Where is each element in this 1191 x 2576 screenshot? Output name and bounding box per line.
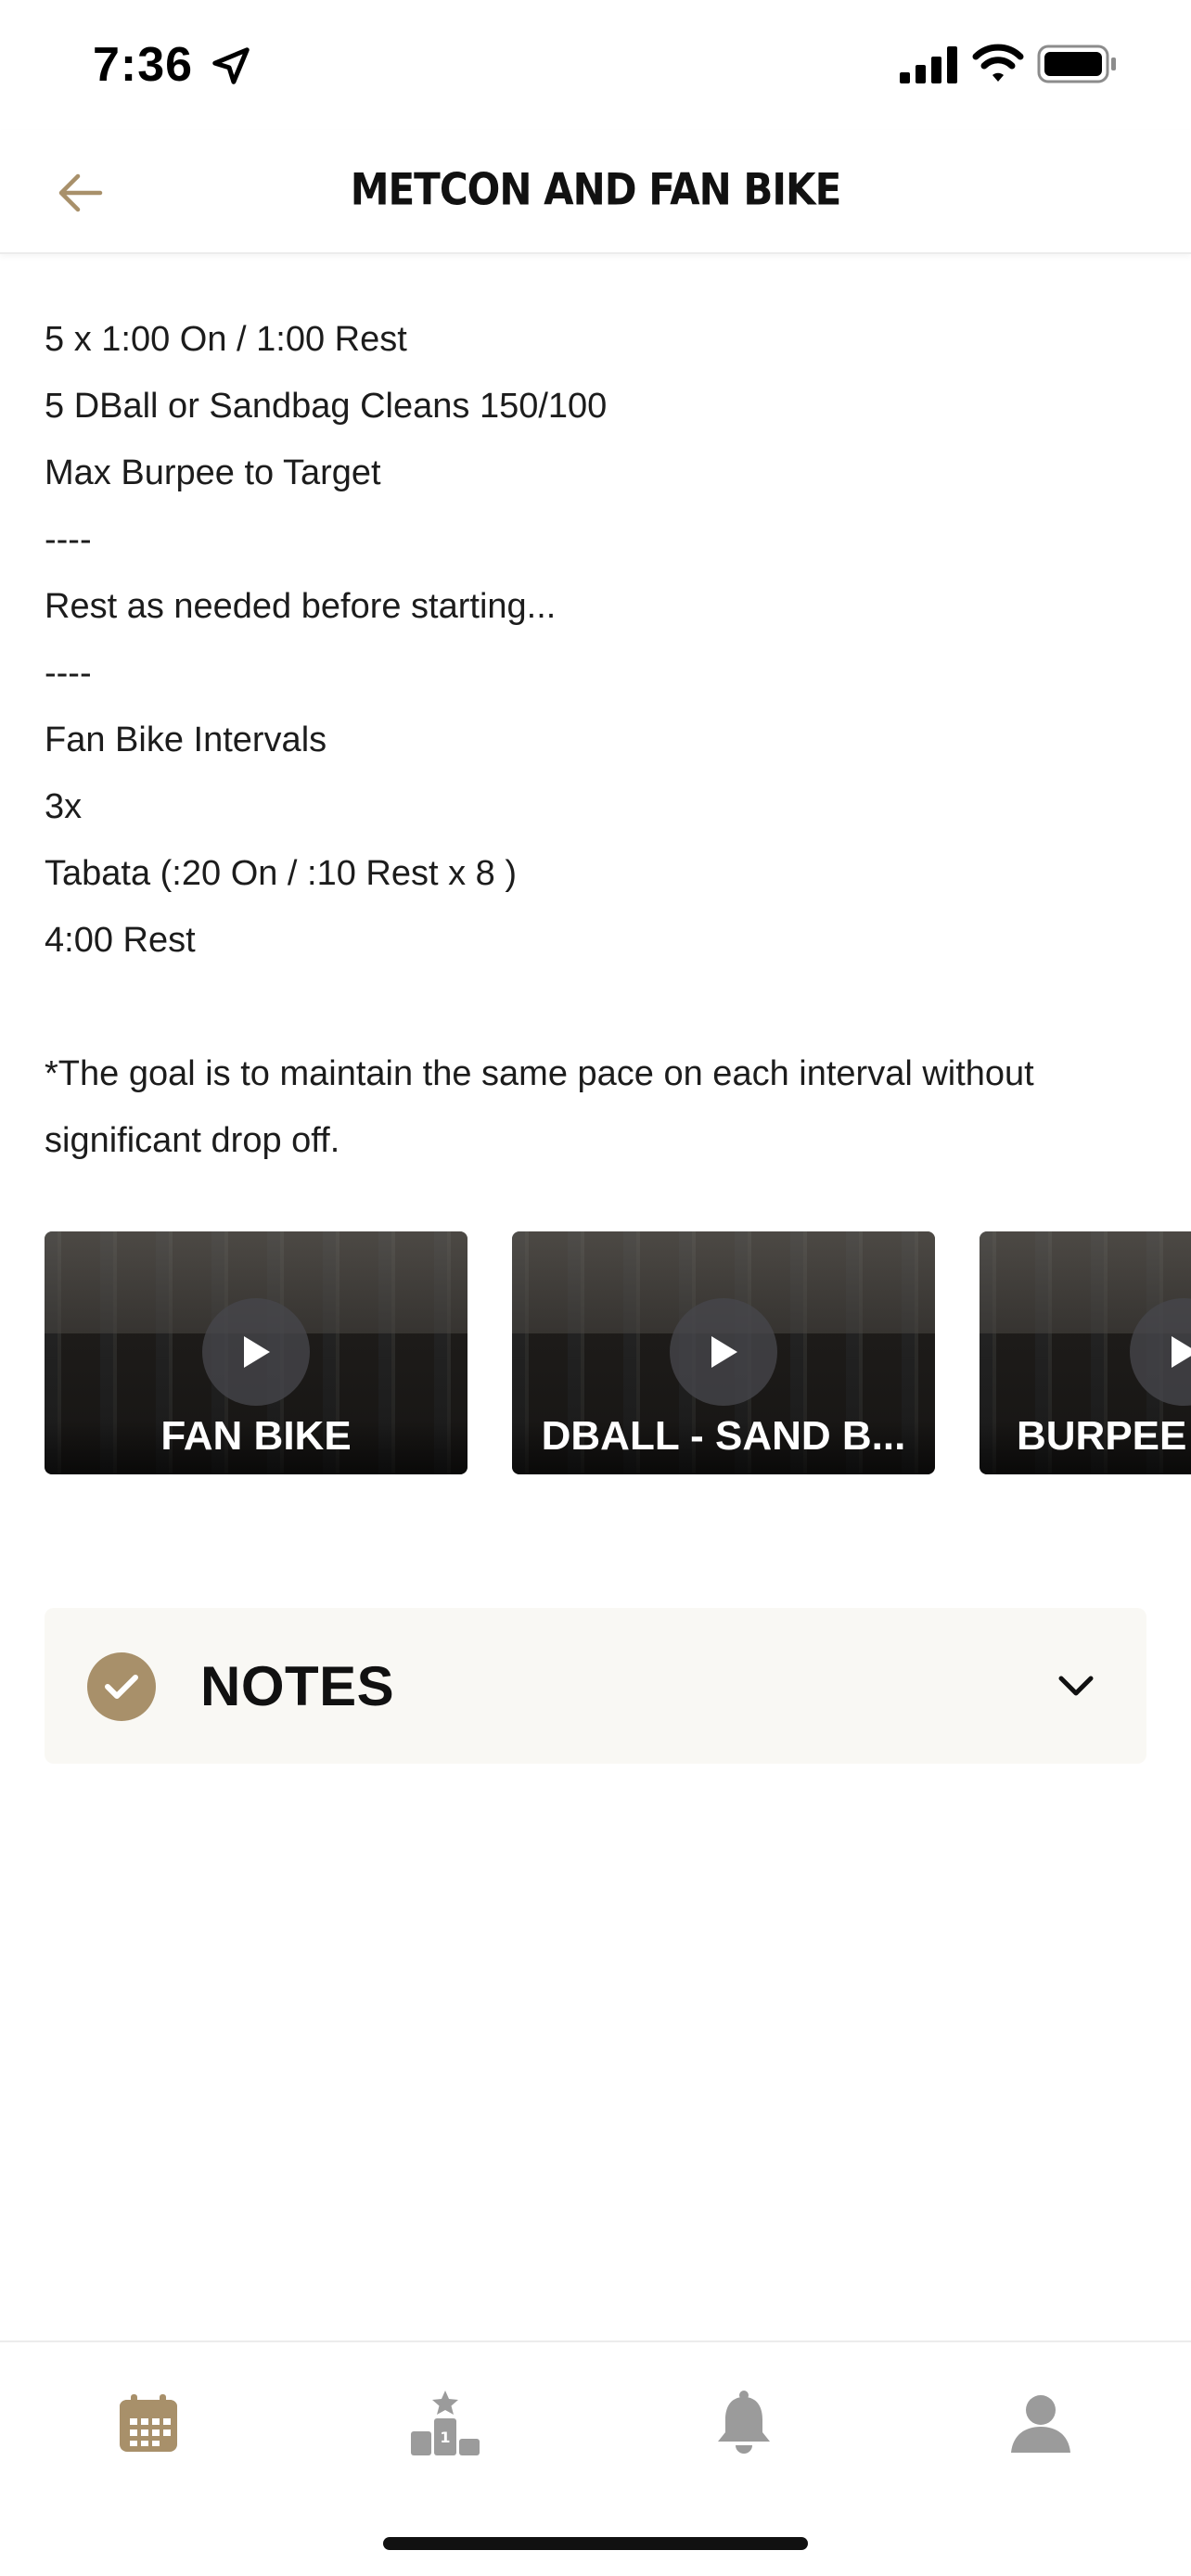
tab-profile[interactable] bbox=[994, 2381, 1087, 2465]
play-button[interactable] bbox=[1130, 1298, 1191, 1406]
description-line: 4:00 Rest bbox=[45, 921, 196, 960]
svg-text:1: 1 bbox=[440, 2429, 450, 2446]
description-line: Max Burpee to Target bbox=[45, 453, 381, 492]
play-icon bbox=[244, 1336, 270, 1368]
calendar-icon bbox=[120, 2394, 177, 2452]
play-button[interactable] bbox=[670, 1298, 777, 1406]
play-icon bbox=[711, 1336, 737, 1368]
video-title: FAN BIKE bbox=[160, 1413, 352, 1459]
video-card-fan-bike[interactable]: FAN BIKE bbox=[45, 1231, 467, 1474]
description-line: ---- bbox=[45, 654, 92, 693]
description-line: Tabata (:20 On / :10 Rest x 8 ) bbox=[45, 854, 518, 893]
cellular-signal-icon bbox=[900, 46, 957, 83]
video-title: DBALL - SAND B... bbox=[541, 1413, 906, 1459]
tab-leaderboard[interactable]: 1 bbox=[399, 2381, 492, 2465]
description-line: Fan Bike Intervals bbox=[45, 721, 327, 759]
description-line: significant drop off. bbox=[45, 1121, 340, 1160]
leaderboard-icon: 1 bbox=[411, 2391, 480, 2455]
page-title: METCON AND FAN BIKE bbox=[350, 164, 842, 215]
description-line: *The goal is to maintain the same pace o… bbox=[45, 1054, 1034, 1093]
status-bar: 7:36 bbox=[0, 0, 1191, 130]
description-line: 5 DBall or Sandbag Cleans 150/100 bbox=[45, 387, 608, 426]
wifi-icon bbox=[972, 44, 1024, 82]
workout-description: 5 x 1:00 On / 1:00 Rest 5 DBall or Sandb… bbox=[45, 306, 1148, 1174]
description-line: Rest as needed before starting... bbox=[45, 587, 557, 626]
play-button[interactable] bbox=[202, 1298, 310, 1406]
notes-label: NOTES bbox=[200, 1655, 395, 1717]
tab-notifications[interactable] bbox=[698, 2381, 790, 2465]
video-carousel[interactable]: FAN BIKE DBALL - SAND B... BURPEE bbox=[45, 1231, 1191, 1474]
status-time: 7:36 bbox=[93, 38, 194, 92]
bell-icon bbox=[718, 2391, 770, 2454]
nav-header: METCON AND FAN BIKE bbox=[0, 130, 1191, 254]
description-line: ---- bbox=[45, 520, 92, 559]
description-line: 3x bbox=[45, 787, 83, 826]
battery-icon bbox=[1037, 45, 1116, 83]
notes-accordion[interactable]: NOTES bbox=[45, 1608, 1146, 1764]
video-title: BURPEE bbox=[1017, 1413, 1187, 1459]
home-indicator bbox=[383, 2537, 808, 2550]
profile-icon bbox=[1011, 2395, 1070, 2453]
checkmark-circle-icon bbox=[87, 1652, 156, 1721]
tab-calendar[interactable] bbox=[102, 2381, 195, 2465]
video-card-burpee[interactable]: BURPEE bbox=[980, 1231, 1191, 1474]
description-line: 5 x 1:00 On / 1:00 Rest bbox=[45, 320, 407, 359]
chevron-down-icon bbox=[1058, 1676, 1094, 1696]
description-line bbox=[45, 974, 1148, 1040]
location-arrow-icon bbox=[212, 47, 250, 84]
play-icon bbox=[1172, 1336, 1191, 1368]
video-card-dball-sandbag[interactable]: DBALL - SAND B... bbox=[512, 1231, 935, 1474]
